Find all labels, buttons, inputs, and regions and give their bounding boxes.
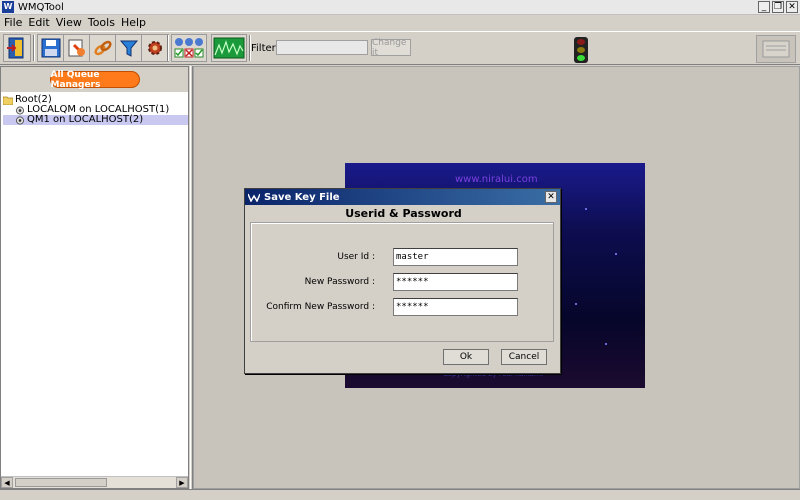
splash-url: www.niralui.com [455,174,538,185]
link-button[interactable] [89,34,117,62]
change-it-button[interactable]: Change it [371,38,411,58]
window-title: WMQTool [18,1,64,13]
menu-view[interactable]: View [53,16,85,29]
panel-header: All Queue Managers [1,67,188,92]
close-window-button[interactable]: ✕ [786,1,798,13]
ok-button[interactable]: Ok [443,349,489,365]
dialog-title: Save Key File [264,191,340,203]
gear-icon [148,41,162,55]
save-key-file-dialog: Save Key File ✕ Userid & Password User I… [244,188,561,374]
menu-tools[interactable]: Tools [85,16,118,29]
queue-manager-icon [16,116,24,124]
toolbar: Filter: Change it [0,31,800,65]
exit-door-icon [7,37,24,59]
scroll-thumb[interactable] [15,478,107,487]
menu-help[interactable]: Help [118,16,149,29]
wmq-logo-icon [248,193,260,202]
save-button[interactable] [37,34,65,62]
new-password-label: New Password : [304,277,375,287]
title-bar: W WMQTool _ ❐ ✕ [0,0,800,15]
filter-button[interactable] [115,34,143,62]
scroll-right-icon[interactable]: ▶ [176,477,188,488]
document-hand-icon [68,39,85,57]
confirm-password-field[interactable]: ****** [393,298,518,316]
user-id-label: User Id : [337,252,375,262]
dialog-heading: Userid & Password [345,207,462,220]
star-dot [615,253,617,255]
queue-manager-tree: Root(2) LOCALQM on LOCALHOST(1) QM1 on L… [3,95,188,125]
scroll-left-icon[interactable]: ◀ [1,477,13,488]
chain-link-icon [94,40,112,56]
menu-file[interactable]: File [1,16,25,29]
floppy-disk-icon [41,38,61,58]
exit-button[interactable] [3,34,31,62]
all-queue-managers-button[interactable]: All Queue Managers [49,70,140,90]
monitor-button[interactable] [211,34,247,62]
filter-input[interactable] [276,40,368,55]
cancel-button[interactable]: Cancel [501,349,547,365]
folder-icon [3,96,13,105]
restore-button[interactable]: ❐ [772,1,784,13]
minimize-button[interactable]: _ [758,1,770,13]
wmq-logo-icon: W [2,1,14,13]
list-panel-icon [762,40,790,58]
credentials-group: User Id : master New Password : ****** C… [250,222,554,342]
panel-toggle-button[interactable] [756,35,796,63]
traffic-light-icon [574,37,588,63]
window-controls: _ ❐ ✕ [758,1,798,13]
tree-node-qm1[interactable]: QM1 on LOCALHOST(2) [3,115,188,125]
dialog-close-button[interactable]: ✕ [545,191,557,203]
toolbar-separator [167,35,169,61]
horizontal-scrollbar[interactable]: ◀ ▶ [1,476,188,488]
confirm-password-label: Confirm New Password : [266,302,375,312]
queue-manager-icon [16,106,24,114]
import-button[interactable] [63,34,91,62]
status-bar [0,489,800,500]
dialog-title-bar: Save Key File [245,189,560,205]
user-id-field[interactable]: master [393,248,518,266]
queue-manager-panel: All Queue Managers Root(2) LOCALQM on LO… [0,66,189,489]
menu-edit[interactable]: Edit [25,16,52,29]
star-dot [585,208,587,210]
star-dot [575,303,577,305]
waveform-chart-icon [213,37,245,59]
status-lights-button[interactable] [171,34,207,62]
status-indicators-icon [174,38,204,58]
tree-node-label: QM1 on LOCALHOST(2) [27,114,144,125]
star-dot [605,343,607,345]
settings-button[interactable] [141,34,169,62]
menu-bar: File Edit View Tools Help [0,15,800,30]
filter-label: Filter: [251,43,279,54]
funnel-icon [119,40,139,57]
new-password-field[interactable]: ****** [393,273,518,291]
toolbar-separator [33,35,35,61]
